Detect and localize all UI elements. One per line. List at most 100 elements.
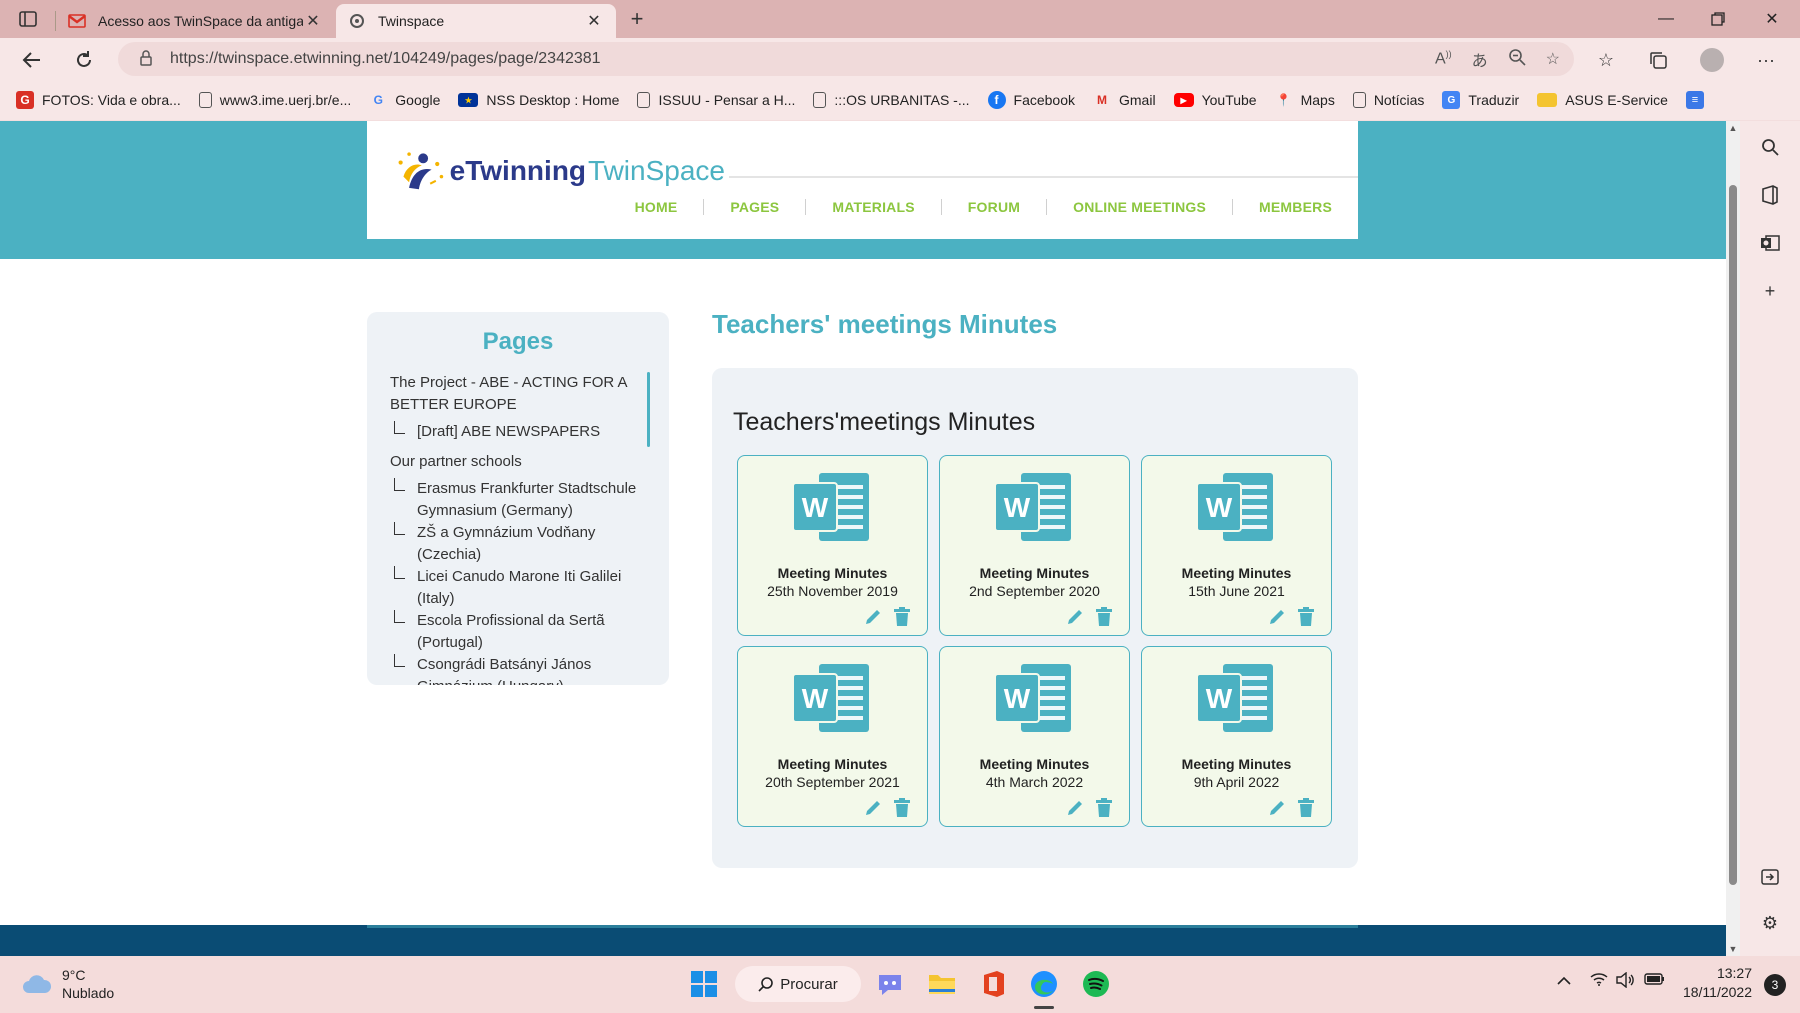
tab-close-icon[interactable]: ✕ — [303, 11, 323, 31]
restore-icon[interactable] — [1692, 0, 1744, 38]
page-link-germany[interactable]: Erasmus Frankfurter Stadtschule Gymnasiu… — [390, 478, 640, 522]
spotify-icon[interactable] — [1078, 966, 1114, 1002]
bookmark-gmail[interactable]: M Gmail — [1093, 91, 1156, 109]
office-icon[interactable] — [1754, 179, 1786, 211]
edit-icon[interactable] — [1267, 607, 1287, 627]
page-link-italy[interactable]: Licei Canudo Marone Iti Galilei (Italy) — [390, 566, 640, 610]
page-icon — [1352, 92, 1366, 108]
volume-icon[interactable] — [1616, 971, 1636, 992]
document-card[interactable]: W Meeting Minutes 4th March 2022 — [939, 646, 1130, 827]
minimize-icon[interactable]: — — [1640, 0, 1692, 38]
google-icon: G — [373, 93, 383, 107]
menu-materials[interactable]: MATERIALS — [806, 199, 942, 215]
teams-chat-icon[interactable] — [872, 966, 908, 1002]
menu-forum[interactable]: FORUM — [942, 199, 1048, 215]
page-scrollbar[interactable]: ▲ ▼ — [1726, 121, 1740, 956]
windows-start-icon[interactable] — [686, 966, 722, 1002]
edit-icon[interactable] — [863, 607, 883, 627]
edit-icon[interactable] — [1065, 798, 1085, 818]
bookmark-youtube[interactable]: ▶ YouTube — [1173, 92, 1257, 108]
add-favorite-icon[interactable]: ☆ — [1546, 49, 1560, 69]
etwinning-logo[interactable]: eTwinning TwinSpace — [395, 139, 725, 203]
wifi-icon[interactable] — [1590, 972, 1608, 990]
page-link-czechia[interactable]: ZŠ a Gymnázium Vodňany (Czechia) — [390, 522, 640, 566]
favorites-icon[interactable]: ☆ — [1590, 44, 1622, 76]
page-link-partner-schools[interactable]: Our partner schools — [390, 451, 640, 473]
add-icon[interactable]: + — [1754, 275, 1786, 307]
delete-icon[interactable] — [893, 607, 911, 627]
profile-avatar[interactable] — [1696, 44, 1728, 76]
battery-icon[interactable] — [1644, 972, 1666, 990]
delete-icon[interactable] — [1095, 607, 1113, 627]
tab-close-icon[interactable]: ✕ — [584, 11, 604, 31]
zoom-out-icon[interactable] — [1508, 48, 1526, 71]
address-bar[interactable]: https://twinspace.etwinning.net/104249/p… — [118, 42, 1574, 76]
page-viewport: eTwinning TwinSpace HOME PAGES MATERIALS… — [0, 121, 1726, 956]
reading-list-icon[interactable]: ≡ — [1685, 91, 1712, 109]
document-card[interactable]: W Meeting Minutes 25th November 2019 — [737, 455, 928, 636]
menu-pages[interactable]: PAGES — [704, 199, 807, 215]
tab-actions-icon[interactable] — [4, 0, 52, 38]
bookmark-issuu[interactable]: ISSUU - Pensar a H... — [637, 92, 795, 108]
bookmark-ime[interactable]: www3.ime.uerj.br/e... — [198, 92, 351, 108]
notification-badge[interactable]: 3 — [1764, 974, 1786, 996]
delete-icon[interactable] — [893, 798, 911, 818]
delete-icon[interactable] — [1095, 798, 1113, 818]
taskbar-search[interactable]: Procurar — [735, 966, 861, 1002]
scroll-down-icon[interactable]: ▼ — [1726, 944, 1740, 954]
weather-widget[interactable]: 9°C Nublado — [22, 966, 114, 1002]
svg-text:W: W — [1206, 683, 1233, 714]
new-tab-button[interactable]: + — [622, 4, 652, 34]
bookmark-fotos[interactable]: G FOTOS: Vida e obra... — [16, 91, 181, 109]
search-icon[interactable] — [1754, 131, 1786, 163]
page-link-project[interactable]: The Project - ABE - ACTING FOR A BETTER … — [390, 372, 640, 416]
file-explorer-icon[interactable] — [924, 966, 960, 1002]
hide-sidebar-icon[interactable] — [1754, 861, 1786, 893]
read-aloud-icon[interactable]: A)) — [1435, 49, 1452, 68]
page-link-hungary[interactable]: Csongrádi Batsányi János Gimnázium (Hung… — [390, 654, 640, 685]
document-card[interactable]: W Meeting Minutes 20th September 2021 — [737, 646, 928, 827]
bookmark-facebook[interactable]: f Facebook — [987, 91, 1075, 109]
collections-icon[interactable] — [1642, 44, 1674, 76]
outlook-icon[interactable] — [1754, 227, 1786, 259]
scrollbar-thumb[interactable] — [1729, 185, 1737, 885]
bookmark-maps[interactable]: 📍 Maps — [1275, 91, 1335, 109]
document-card[interactable]: W Meeting Minutes 9th April 2022 — [1141, 646, 1332, 827]
office-app-icon[interactable] — [976, 966, 1012, 1002]
show-hidden-icons[interactable] — [1556, 972, 1572, 989]
delete-icon[interactable] — [1297, 607, 1315, 627]
url-text: https://twinspace.etwinning.net/104249/p… — [170, 50, 601, 67]
bookmark-asus[interactable]: ASUS E-Service — [1537, 92, 1668, 108]
refresh-icon[interactable] — [68, 44, 100, 76]
menu-home[interactable]: HOME — [609, 199, 705, 215]
tab-twinspace[interactable]: Twinspace ✕ — [336, 4, 616, 38]
edit-icon[interactable] — [1065, 607, 1085, 627]
translate-icon[interactable]: あ — [1472, 47, 1488, 71]
scroll-up-icon[interactable]: ▲ — [1726, 123, 1740, 133]
lock-icon[interactable] — [140, 49, 152, 69]
system-clock[interactable]: 13:27 18/11/2022 — [1683, 964, 1752, 1002]
bookmark-noticias[interactable]: Notícias — [1352, 92, 1424, 108]
clock-time: 13:27 — [1716, 965, 1752, 981]
bookmark-google[interactable]: G Google — [369, 91, 441, 109]
document-card[interactable]: W Meeting Minutes 15th June 2021 — [1141, 455, 1332, 636]
page-link-portugal[interactable]: Escola Profissional da Sertã (Portugal) — [390, 610, 640, 654]
menu-members[interactable]: MEMBERS — [1233, 199, 1332, 215]
bookmark-nss[interactable]: ★ NSS Desktop : Home — [458, 92, 619, 108]
tab-gmail[interactable]: Acesso aos TwinSpace da antiga ✕ — [56, 4, 335, 38]
close-window-icon[interactable]: ✕ — [1746, 0, 1798, 38]
document-card[interactable]: W Meeting Minutes 2nd September 2020 — [939, 455, 1130, 636]
edit-icon[interactable] — [863, 798, 883, 818]
tab-title: Twinspace — [378, 13, 445, 29]
more-options-icon[interactable]: ··· — [1750, 44, 1782, 76]
settings-gear-icon[interactable]: ⚙ — [1754, 907, 1786, 939]
sidebar-scrollbar[interactable] — [647, 372, 650, 447]
delete-icon[interactable] — [1297, 798, 1315, 818]
bookmark-urbanitas[interactable]: :::OS URBANITAS -... — [813, 92, 970, 108]
edit-icon[interactable] — [1267, 798, 1287, 818]
back-icon[interactable] — [16, 44, 48, 76]
edge-browser-icon[interactable] — [1026, 966, 1062, 1002]
page-link-draft-newspapers[interactable]: [Draft] ABE NEWSPAPERS — [390, 421, 640, 443]
menu-online-meetings[interactable]: ONLINE MEETINGS — [1047, 199, 1234, 215]
bookmark-traduzir[interactable]: G Traduzir — [1442, 91, 1519, 109]
